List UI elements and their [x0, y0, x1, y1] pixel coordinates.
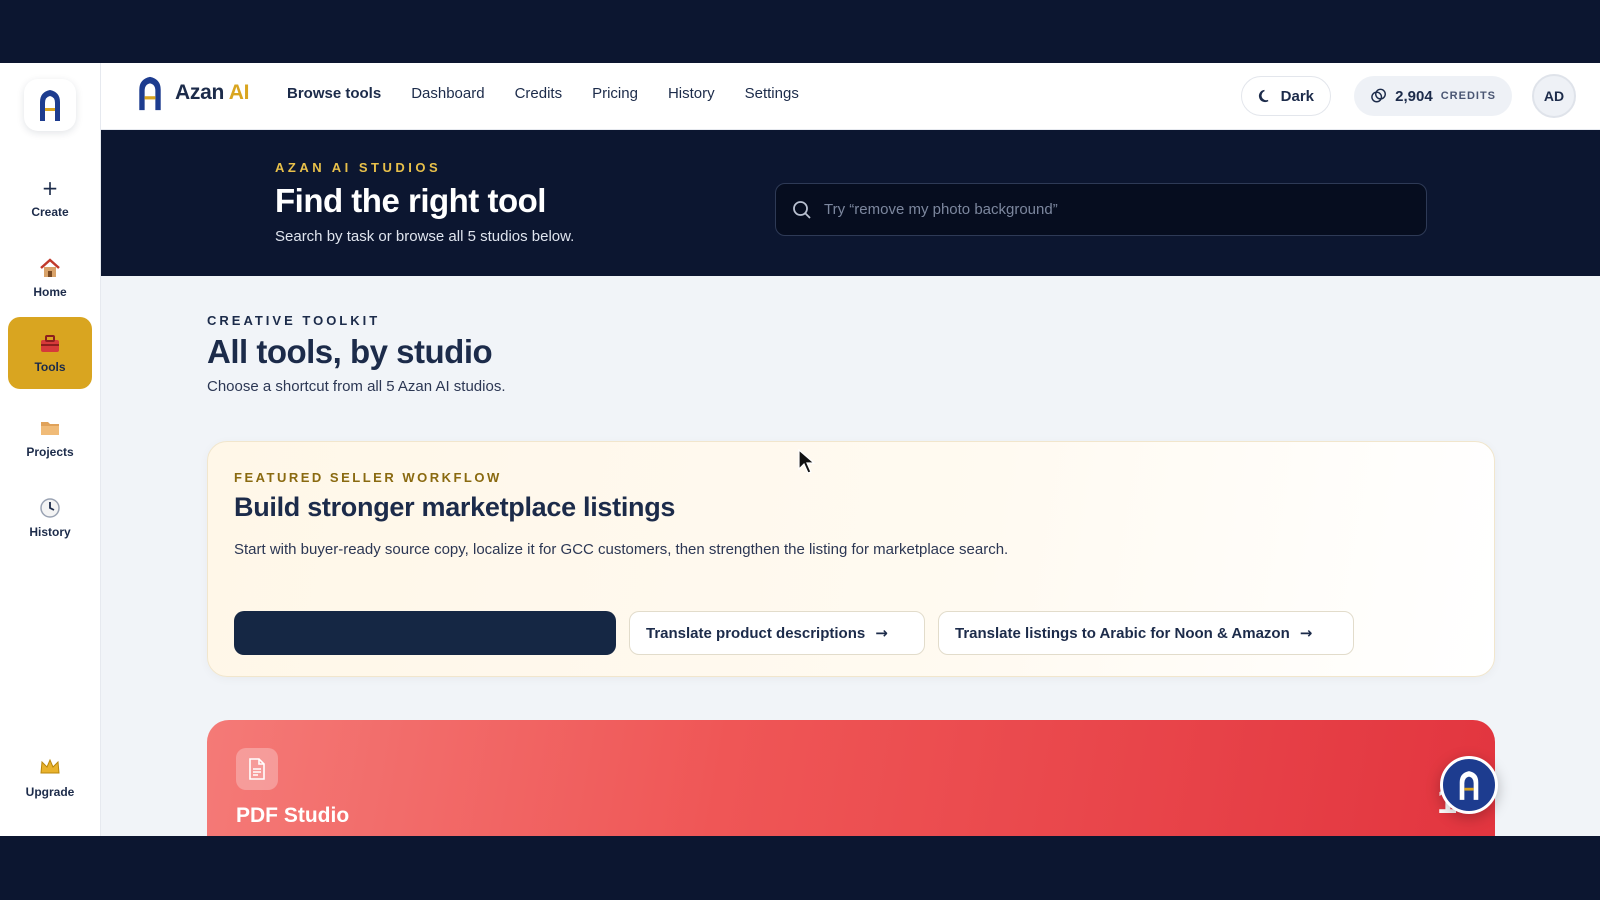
feature-title: Build stronger marketplace listings — [234, 492, 676, 522]
sidebar-item-home[interactable]: Home — [8, 243, 92, 313]
top-nav: Azan AI Browse tools Dashboard Credits P… — [101, 63, 1600, 130]
theme-toggle-button[interactable]: Dark — [1241, 76, 1331, 116]
brand-name: Azan AI — [175, 81, 250, 104]
hero-subtitle: Search by task or browse all 5 studios b… — [275, 228, 575, 245]
theme-toggle-label: Dark — [1280, 87, 1314, 105]
document-icon — [236, 748, 278, 790]
nav-history[interactable]: History — [668, 85, 715, 102]
nav-credits[interactable]: Credits — [515, 85, 563, 102]
sidebar-item-label: Upgrade — [25, 785, 75, 799]
pdf-studio-card[interactable]: PDF Studio 17 — [207, 720, 1495, 836]
studio-title: PDF Studio — [236, 804, 350, 827]
folder-icon — [39, 417, 61, 439]
sidebar-item-history[interactable]: History — [8, 483, 92, 553]
sidebar-item-upgrade[interactable]: Upgrade — [8, 743, 92, 813]
app-window: + Create Home Tools Projects History Upg… — [0, 63, 1600, 836]
arrow-right-icon: → — [875, 624, 888, 642]
section-subtitle: Choose a shortcut from all 5 Azan AI stu… — [207, 378, 506, 395]
avatar[interactable]: AD — [1532, 74, 1576, 118]
credits-unit: CREDITS — [1440, 90, 1496, 102]
left-rail: + Create Home Tools Projects History Upg… — [0, 63, 101, 836]
section-title: All tools, by studio — [207, 333, 493, 370]
brand[interactable]: Azan AI — [135, 73, 249, 113]
nav-dashboard[interactable]: Dashboard — [411, 85, 484, 102]
search-placeholder: Try “remove my photo background” — [824, 201, 1058, 218]
sidebar-item-projects[interactable]: Projects — [8, 403, 92, 473]
hero-title: Find the right tool — [275, 182, 546, 219]
main-nav: Browse tools Dashboard Credits Pricing H… — [287, 85, 799, 102]
sidebar-item-label: Projects — [26, 445, 74, 459]
toolbox-icon — [39, 332, 61, 354]
sidebar-item-label: Tools — [34, 360, 66, 374]
sidebar-item-tools[interactable]: Tools — [8, 317, 92, 389]
sidebar-item-label: Home — [33, 285, 67, 299]
nav-pricing[interactable]: Pricing — [592, 85, 638, 102]
azan-logo-icon — [40, 90, 60, 121]
credits-value: 2,904 — [1395, 87, 1433, 105]
tool-search-input[interactable]: Try “remove my photo background” — [775, 183, 1427, 236]
azan-logo-icon — [139, 76, 161, 111]
nav-settings[interactable]: Settings — [745, 85, 799, 102]
hero-banner: AZAN AI STUDIOS Find the right tool Sear… — [101, 130, 1600, 276]
button-label: Translate listings to Arabic for Noon & … — [955, 624, 1290, 642]
translate-product-descriptions-button[interactable]: Translate product descriptions → — [629, 611, 925, 655]
moon-icon — [1258, 89, 1269, 103]
credits-badge[interactable]: 2,904 CREDITS — [1354, 76, 1512, 116]
button-label: Translate product descriptions — [646, 624, 866, 642]
featured-workflow-card: FEATURED SELLER WORKFLOW Build stronger … — [207, 441, 1495, 677]
azan-logo-icon — [1459, 771, 1479, 800]
mouse-cursor-icon — [798, 449, 816, 474]
coins-icon — [1371, 88, 1386, 103]
search-icon — [793, 200, 811, 219]
sidebar-item-label: History — [29, 525, 71, 539]
sidebar-item-label: Create — [31, 205, 69, 219]
sidebar-item-create[interactable]: + Create — [8, 163, 92, 233]
crown-icon — [39, 757, 61, 779]
assistant-fab[interactable] — [1440, 756, 1498, 814]
translate-listings-arabic-button[interactable]: Translate listings to Arabic for Noon & … — [938, 611, 1354, 655]
rail-logo[interactable] — [24, 79, 76, 131]
house-icon — [39, 257, 61, 279]
plus-icon: + — [41, 176, 59, 200]
section-kicker: CREATIVE TOOLKIT — [207, 313, 381, 328]
feature-description: Start with buyer-ready source copy, loca… — [234, 541, 1009, 558]
nav-browse-tools[interactable]: Browse tools — [287, 85, 381, 102]
feature-primary-button[interactable] — [234, 611, 616, 655]
hero-kicker: AZAN AI STUDIOS — [275, 160, 442, 175]
clock-icon — [39, 497, 61, 519]
arrow-right-icon: → — [1299, 624, 1313, 642]
feature-kicker: FEATURED SELLER WORKFLOW — [234, 470, 502, 485]
